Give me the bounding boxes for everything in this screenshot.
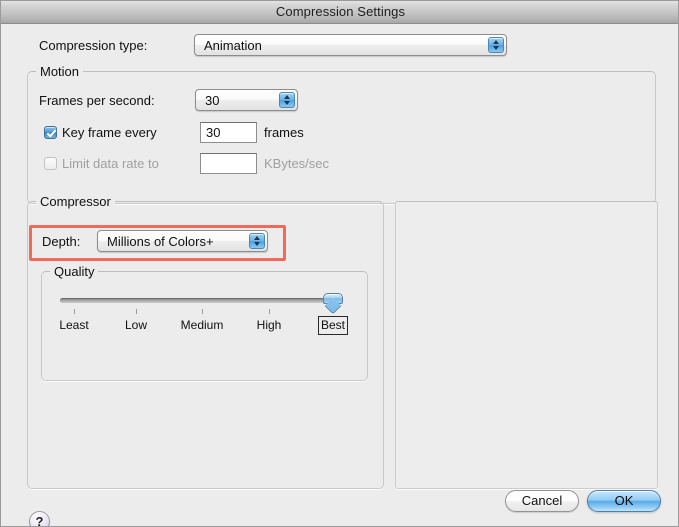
cancel-button[interactable]: Cancel xyxy=(505,490,579,512)
limit-data-rate-label: Limit data rate to xyxy=(62,156,159,171)
compression-type-value: Animation xyxy=(204,38,262,53)
key-frame-value: 30 xyxy=(206,125,221,140)
quality-slider-thumb[interactable] xyxy=(323,293,343,315)
depth-label: Depth: xyxy=(42,234,81,249)
limit-data-rate-checkbox[interactable] xyxy=(44,157,57,170)
question-mark-icon: ? xyxy=(35,514,44,527)
chevron-updown-icon[interactable] xyxy=(488,37,504,53)
slider-tick xyxy=(74,309,75,314)
slider-tick xyxy=(202,309,203,314)
window-title: Compression Settings xyxy=(275,4,406,19)
preview-pane xyxy=(395,201,658,489)
compression-type-dropdown[interactable]: Animation xyxy=(194,34,507,56)
slider-label-low[interactable]: Low xyxy=(106,318,166,332)
key-frame-unit-label: frames xyxy=(264,125,304,140)
ok-button-label: OK xyxy=(614,493,634,508)
slider-label-least[interactable]: Least xyxy=(44,318,104,332)
dialog-content: Compression type: Animation Motion Frame… xyxy=(1,24,678,527)
limit-data-rate-input[interactable] xyxy=(200,153,257,174)
chevron-updown-icon[interactable] xyxy=(249,233,265,249)
limit-data-rate-unit-label: KBytes/sec xyxy=(264,156,330,171)
slider-label-medium[interactable]: Medium xyxy=(172,318,232,332)
key-frame-checkbox[interactable] xyxy=(44,126,57,139)
cancel-button-label: Cancel xyxy=(521,493,563,508)
compressor-group-title: Compressor xyxy=(36,194,115,209)
slider-label-high[interactable]: High xyxy=(239,318,299,332)
frames-per-second-dropdown[interactable]: 30 xyxy=(195,89,298,111)
quality-group-title: Quality xyxy=(50,264,99,279)
key-frame-label: Key frame every xyxy=(62,125,157,140)
quality-slider-track[interactable] xyxy=(60,298,341,303)
chevron-updown-icon[interactable] xyxy=(279,92,295,108)
slider-label-best[interactable]: Best xyxy=(318,318,348,332)
frames-per-second-label: Frames per second: xyxy=(39,93,155,108)
key-frame-input[interactable]: 30 xyxy=(200,122,257,143)
depth-dropdown[interactable]: Millions of Colors+ xyxy=(97,230,268,252)
slider-tick xyxy=(136,309,137,314)
motion-group-title: Motion xyxy=(36,64,84,79)
depth-value: Millions of Colors+ xyxy=(107,234,214,249)
ok-button[interactable]: OK xyxy=(587,490,661,512)
compression-settings-window: Compression Settings Compression type: A… xyxy=(0,0,679,527)
slider-tick xyxy=(269,309,270,314)
frames-per-second-value: 30 xyxy=(205,93,220,108)
window-titlebar[interactable]: Compression Settings xyxy=(1,1,678,24)
help-button[interactable]: ? xyxy=(29,511,50,527)
compression-type-label: Compression type: xyxy=(39,38,148,53)
